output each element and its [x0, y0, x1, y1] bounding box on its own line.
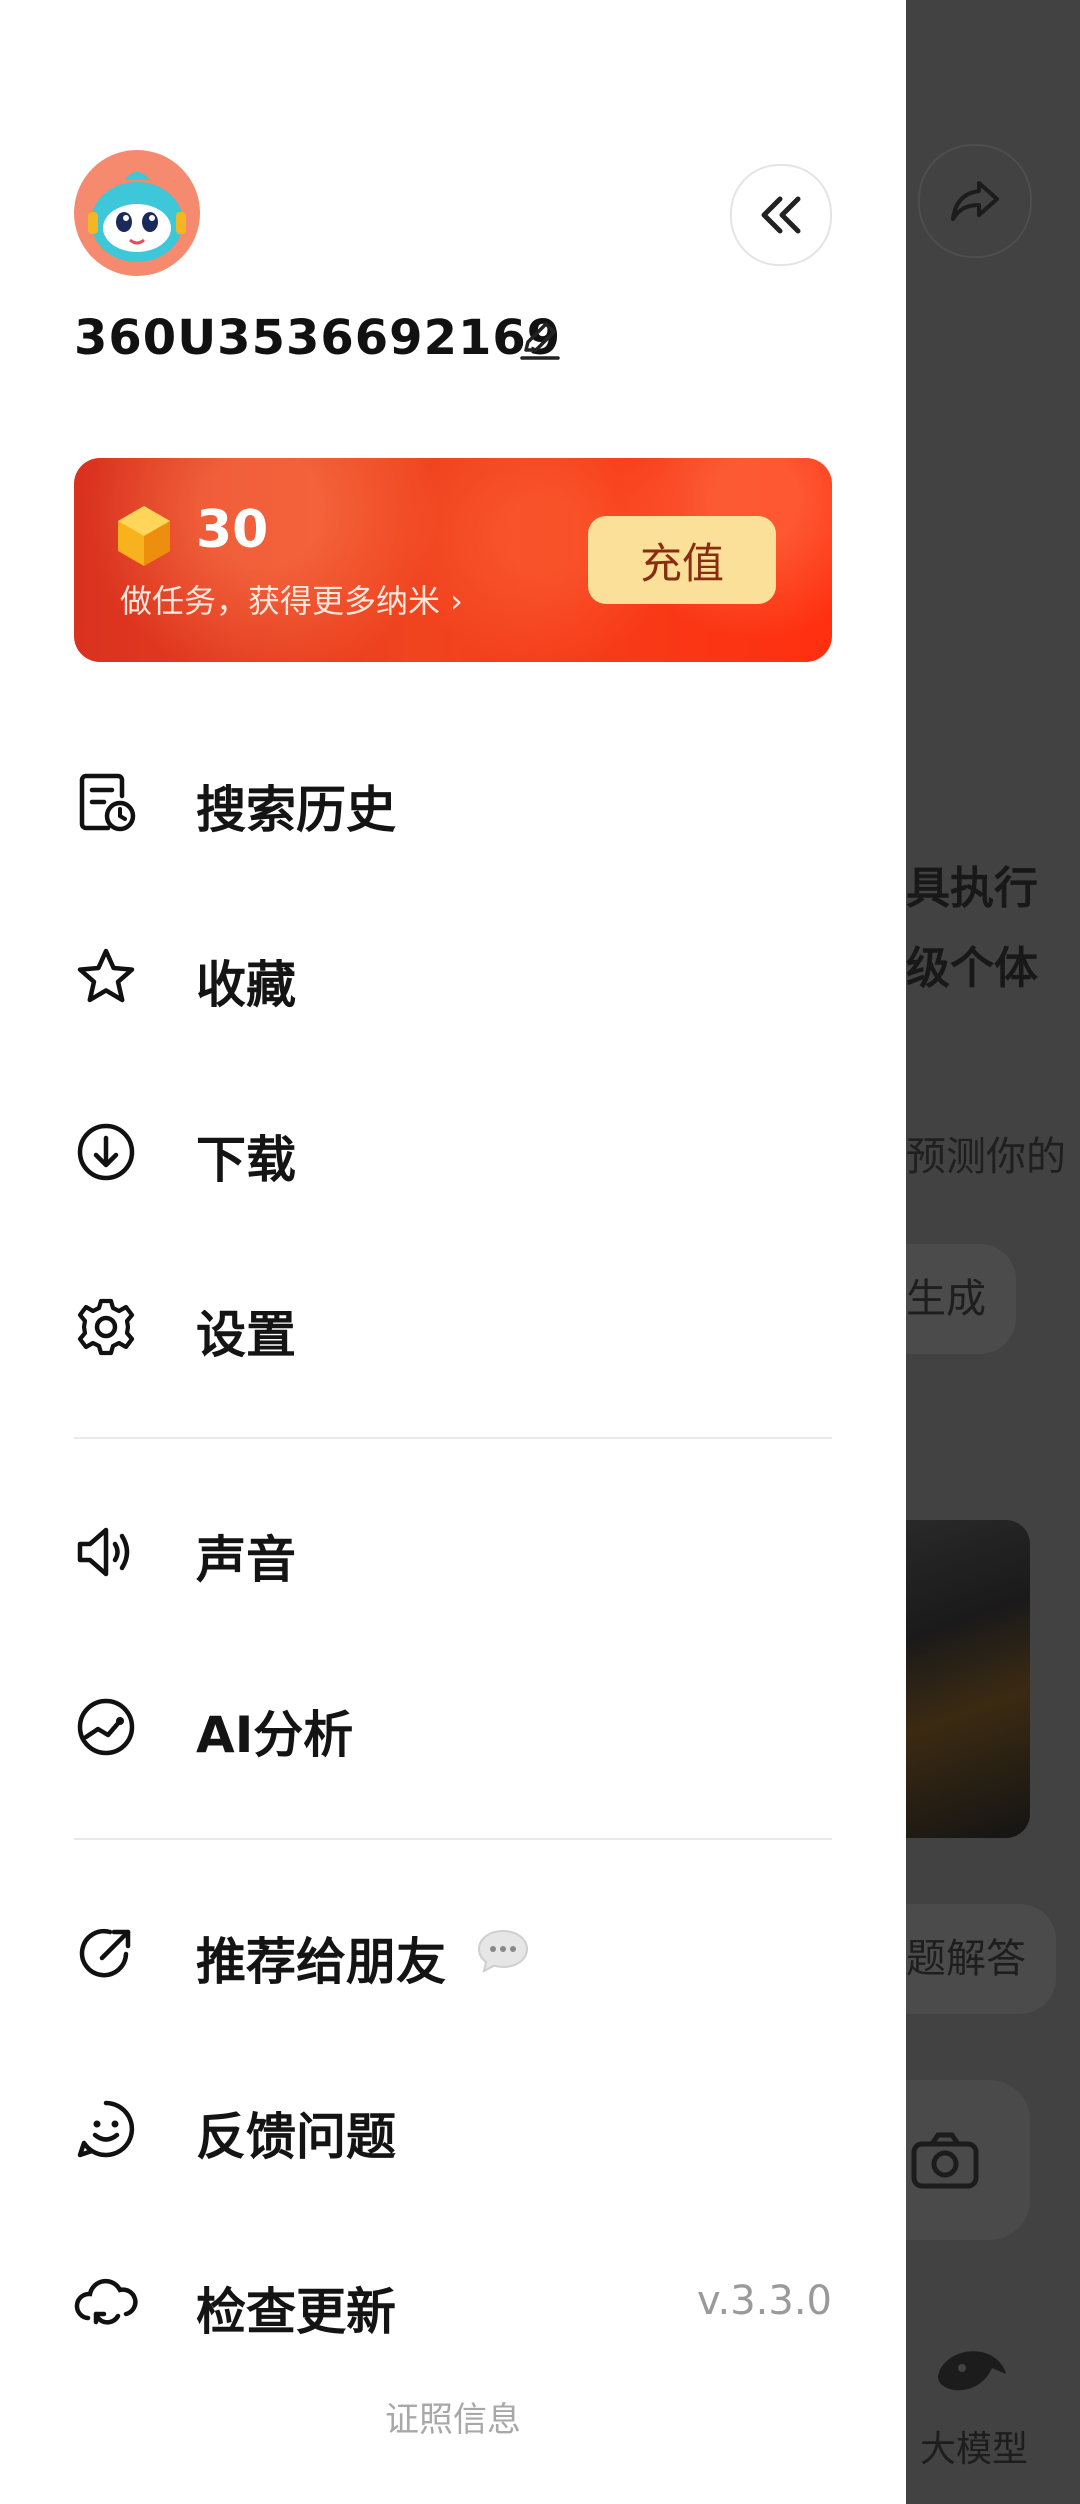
- side-drawer: 360U3536692169 30 做任务，获得更多纳米 › 充值 搜索历史 收…: [0, 0, 906, 2504]
- coin-count: 30: [196, 500, 269, 560]
- menu-label-search-history: 搜索历史: [196, 781, 396, 839]
- coin-tip-link[interactable]: 做任务，获得更多纳米 ›: [120, 576, 463, 622]
- coin-icon: [114, 504, 174, 572]
- coin-banner[interactable]: 30 做任务，获得更多纳米 › 充值: [74, 458, 832, 662]
- download-icon: [74, 1120, 138, 1184]
- menu-item-settings[interactable]: 设置: [74, 1275, 832, 1375]
- model-nav-icon[interactable]: [932, 2338, 1012, 2406]
- menu-item-favorites[interactable]: 收藏: [74, 925, 832, 1025]
- menu-label-sound: 声音: [196, 1531, 296, 1589]
- menu-label-feedback: 反馈问题: [196, 2108, 396, 2166]
- menu-label-settings: 设置: [196, 1306, 296, 1364]
- background-subtext: 预测你的: [906, 1134, 1066, 1180]
- menu-label-favorites: 收藏: [196, 956, 296, 1014]
- recharge-button[interactable]: 充值: [588, 516, 776, 604]
- username: 360U3536692169: [74, 310, 562, 366]
- version-label: v.3.3.0: [696, 2278, 832, 2324]
- menu-item-ai-analysis[interactable]: AI分析: [74, 1675, 832, 1775]
- menu-item-check-update[interactable]: 检查更新 v.3.3.0: [74, 2252, 832, 2352]
- avatar[interactable]: [74, 150, 200, 276]
- menu-item-feedback[interactable]: 反馈问题: [74, 2077, 832, 2177]
- menu-label-downloads: 下载: [196, 1131, 296, 1189]
- menu-item-downloads[interactable]: 下载: [74, 1100, 832, 1200]
- menu-label-ai-analysis: AI分析: [196, 1706, 354, 1764]
- ai-analysis-icon: [74, 1695, 138, 1759]
- menu-label-check-update: 检查更新: [196, 2283, 396, 2341]
- background-heading-line1: 具执行: [906, 863, 1038, 914]
- gear-icon: [74, 1295, 138, 1359]
- divider: [74, 1838, 832, 1840]
- smile-chat-icon: [74, 2097, 138, 2161]
- divider: [74, 1437, 832, 1439]
- double-chevron-left-icon: [761, 196, 801, 234]
- share-arrow-icon: [74, 1922, 138, 1986]
- chat-bubble-icon: [476, 1928, 530, 1974]
- edit-icon[interactable]: [518, 318, 562, 366]
- star-icon: [74, 945, 138, 1009]
- license-info-link[interactable]: 证照信息: [0, 2392, 906, 2441]
- menu-item-sound[interactable]: 声音: [74, 1500, 832, 1600]
- menu-item-search-history[interactable]: 搜索历史: [74, 750, 832, 850]
- model-nav-label[interactable]: 大模型: [920, 2420, 1028, 2472]
- speaker-icon: [74, 1520, 138, 1584]
- collapse-drawer-button[interactable]: [730, 164, 832, 266]
- menu-label-recommend: 推荐给朋友: [196, 1933, 446, 1991]
- history-icon: [74, 770, 138, 834]
- menu-item-recommend[interactable]: 推荐给朋友: [74, 1902, 832, 2002]
- cloud-refresh-icon: [74, 2272, 138, 2336]
- background-heading-line2: 级个体: [906, 943, 1038, 994]
- share-icon[interactable]: [918, 144, 1032, 258]
